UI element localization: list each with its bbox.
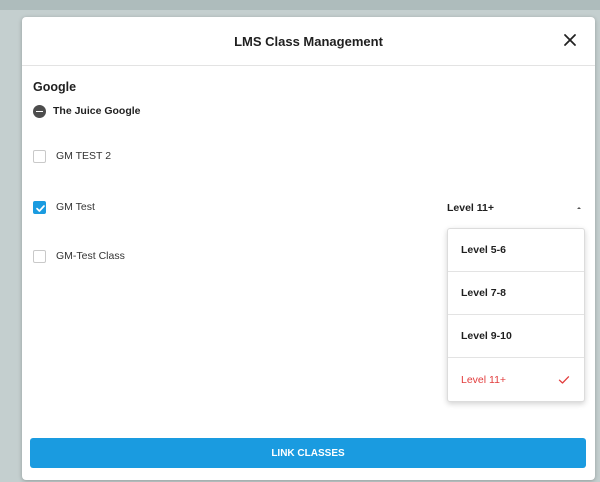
level-option-9-10[interactable]: Level 9-10	[448, 315, 584, 358]
close-button[interactable]	[559, 29, 581, 51]
link-classes-button[interactable]: LINK CLASSES	[30, 438, 586, 468]
checkmark-icon	[36, 204, 45, 212]
organization-row[interactable]: The Juice Google	[33, 103, 141, 119]
level-option-label: Level 9-10	[461, 330, 512, 342]
class-row-gm-test-2[interactable]: GM TEST 2	[33, 148, 111, 164]
level-option-7-8[interactable]: Level 7-8	[448, 272, 584, 315]
caret-up-icon	[577, 207, 581, 209]
modal-header: LMS Class Management	[22, 17, 595, 66]
group-title: Google	[33, 80, 77, 94]
level-option-5-6[interactable]: Level 5-6	[448, 229, 584, 272]
modal-title: LMS Class Management	[234, 34, 383, 49]
level-dropdown-menu: Level 5-6 Level 7-8 Level 9-10 Level 11+	[447, 228, 585, 402]
close-icon	[564, 34, 576, 46]
class-checkbox[interactable]	[33, 249, 46, 263]
class-label: GM TEST 2	[56, 150, 112, 162]
check-icon	[558, 375, 570, 384]
class-checkbox[interactable]	[33, 200, 46, 214]
class-label: GM-Test Class	[56, 250, 125, 262]
level-select-value: Level 11+	[447, 202, 494, 214]
class-row-gm-test-class[interactable]: GM-Test Class	[33, 248, 125, 264]
class-label: GM Test	[56, 201, 95, 213]
level-option-label: Level 5-6	[461, 244, 506, 256]
level-select[interactable]: Level 11+	[447, 198, 587, 218]
level-option-11-plus[interactable]: Level 11+	[448, 358, 584, 401]
class-checkbox[interactable]	[33, 149, 46, 163]
minus-circle-icon[interactable]	[33, 104, 46, 118]
class-row-gm-test[interactable]: GM Test	[33, 199, 95, 215]
lms-class-management-modal: LMS Class Management Google The Juice Go…	[22, 17, 595, 480]
organization-label: The Juice Google	[53, 105, 141, 117]
level-option-label: Level 7-8	[461, 287, 506, 299]
level-option-label: Level 11+	[461, 373, 507, 386]
backdrop	[0, 0, 600, 10]
